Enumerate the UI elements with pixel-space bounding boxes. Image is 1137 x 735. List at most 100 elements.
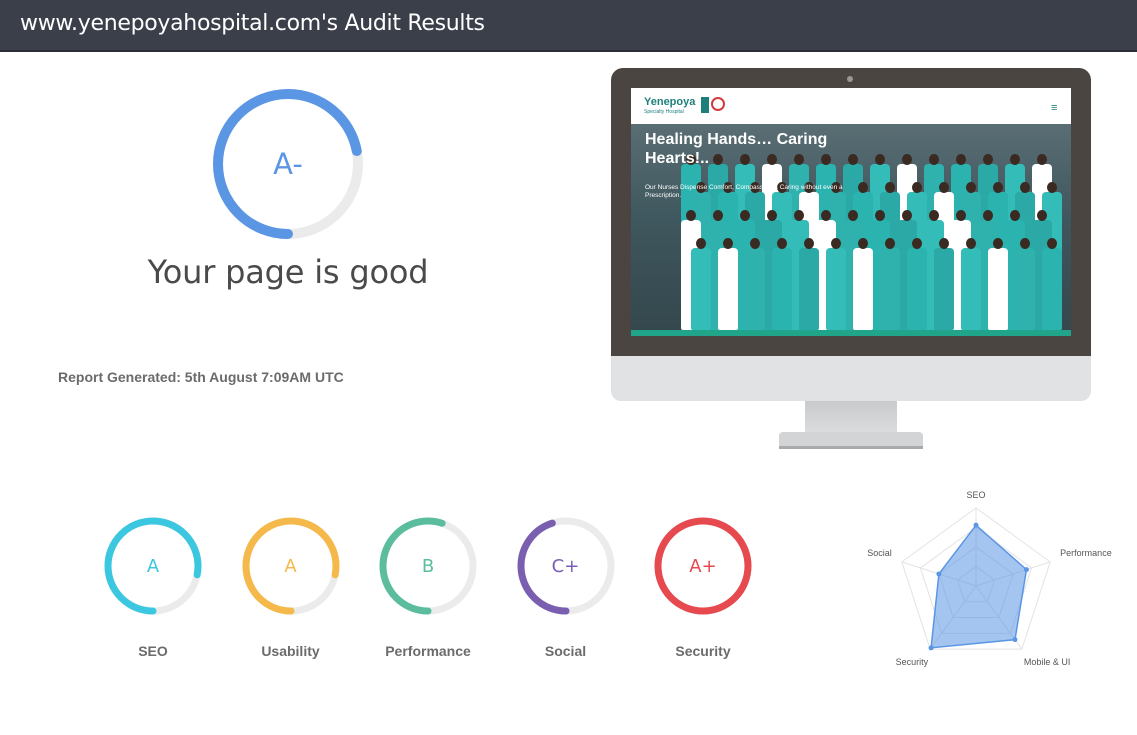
site-preview-monitor: Yenepoya Specialty Hospital ≡ Healing Ha… [611, 68, 1091, 449]
radar-point-performance [1023, 567, 1029, 573]
hero-person-head [912, 238, 922, 249]
hero-person-head [858, 238, 868, 249]
radar-point-mobile-ui [1012, 637, 1018, 643]
monitor-chin [611, 356, 1091, 401]
hero-person [853, 248, 873, 330]
hero-accent-bar [631, 330, 1071, 336]
category-label-security: Security [675, 643, 731, 659]
hero-person-head [875, 154, 885, 165]
hero-person [718, 248, 738, 330]
category-label-social: Social [544, 643, 587, 659]
radar-point-social [936, 571, 942, 577]
radar-label-performance: Performance [1060, 548, 1112, 558]
hero-person-head [983, 154, 993, 165]
site-logo: Yenepoya [644, 96, 696, 108]
hero-person-head [929, 154, 939, 165]
hero-person-head [956, 154, 966, 165]
hero-person-head [885, 182, 895, 193]
camera-dot [847, 76, 853, 82]
site-logo-subtitle: Specialty Hospital [644, 109, 684, 115]
page-title: www.yenepoyahospital.com's Audit Results [20, 11, 485, 36]
category-grade-seo: A [146, 555, 160, 577]
hero-person-head [794, 210, 804, 221]
category-grade-social: C+ [551, 555, 580, 577]
hero-person [691, 248, 711, 330]
verdict-heading: Your page is good [147, 253, 429, 291]
site-navbar: Yenepoya Specialty Hospital ≡ [631, 88, 1071, 124]
hero-person-head [983, 210, 993, 221]
hero-person-head [1037, 154, 1047, 165]
hero-person-head [1047, 182, 1057, 193]
hero-person-head [939, 182, 949, 193]
hero-person-head [912, 182, 922, 193]
radar-chart: SEO Performance Mobile & UI Security Social [867, 490, 1112, 667]
hero-person [799, 248, 819, 330]
header-bar: www.yenepoyahospital.com's Audit Results [0, 0, 1137, 52]
overall-grade: A- [273, 147, 303, 181]
radar-score-area [930, 524, 1028, 649]
hero-person-head [1047, 238, 1057, 249]
radar-label-security: Security [896, 657, 929, 667]
hero-person-head [993, 182, 1003, 193]
hero-person-head [713, 210, 723, 221]
logo-badge-icon [701, 97, 709, 113]
hero-person-head [723, 238, 733, 249]
site-screenshot: Yenepoya Specialty Hospital ≡ Healing Ha… [631, 88, 1071, 336]
hero-person-head [1010, 154, 1020, 165]
hero-person [745, 248, 765, 330]
hero-title: Healing Hands… Caring Hearts!.. [645, 131, 828, 167]
hero-person-head [1020, 182, 1030, 193]
hero-person [772, 248, 792, 330]
logo-seal-icon [711, 97, 725, 111]
hero-person [961, 248, 981, 330]
hero-person-head [993, 238, 1003, 249]
hero-person [934, 248, 954, 330]
radar-point-seo [973, 522, 979, 528]
hero-person-head [1037, 210, 1047, 221]
hero-person-head [831, 238, 841, 249]
report-timestamp: Report Generated: 5th August 7:09AM UTC [58, 369, 344, 385]
hero-person [907, 248, 927, 330]
hero-person-head [966, 238, 976, 249]
hero-person-head [929, 210, 939, 221]
hero-subtitle: Our Nurses Dispense Comfort, Compassion … [645, 184, 843, 199]
hero-person-head [740, 210, 750, 221]
category-grade-security: A+ [689, 555, 717, 577]
hero-person-head [956, 210, 966, 221]
hamburger-icon: ≡ [1051, 102, 1058, 114]
radar-label-mobile-ui: Mobile & UI [1024, 657, 1071, 667]
hero-person-head [686, 210, 696, 221]
hero-person-head [848, 210, 858, 221]
category-grade-usability: A [284, 555, 297, 577]
radar-label-seo: SEO [966, 490, 985, 500]
hero-person-head [966, 182, 976, 193]
hero-person-head [777, 238, 787, 249]
hero-person-head [1020, 238, 1030, 249]
category-grade-performance: B [421, 555, 435, 577]
category-label-performance: Performance [385, 643, 471, 659]
hero-person-head [902, 154, 912, 165]
hero-person [988, 248, 1008, 330]
monitor-bezel: Yenepoya Specialty Hospital ≡ Healing Ha… [611, 68, 1091, 356]
hero-person-head [821, 210, 831, 221]
hero-person-head [696, 238, 706, 249]
hero-person [880, 248, 900, 330]
hero-person-head [939, 238, 949, 249]
hero-person-head [885, 238, 895, 249]
monitor-base [779, 432, 923, 449]
radar-point-security [928, 645, 934, 651]
hero-person [826, 248, 846, 330]
hero-person-head [848, 154, 858, 165]
hero-person-head [875, 210, 885, 221]
hero-person-head [767, 210, 777, 221]
category-label-usability: Usability [261, 643, 320, 659]
category-label-seo: SEO [138, 643, 168, 659]
hero-person-head [1010, 210, 1020, 221]
hero-person-head [902, 210, 912, 221]
hero-person [1042, 248, 1062, 330]
radar-label-social: Social [867, 548, 892, 558]
hero-person-head [858, 182, 868, 193]
hero-person [1015, 248, 1035, 330]
hero-person-head [750, 238, 760, 249]
hero-person-head [804, 238, 814, 249]
